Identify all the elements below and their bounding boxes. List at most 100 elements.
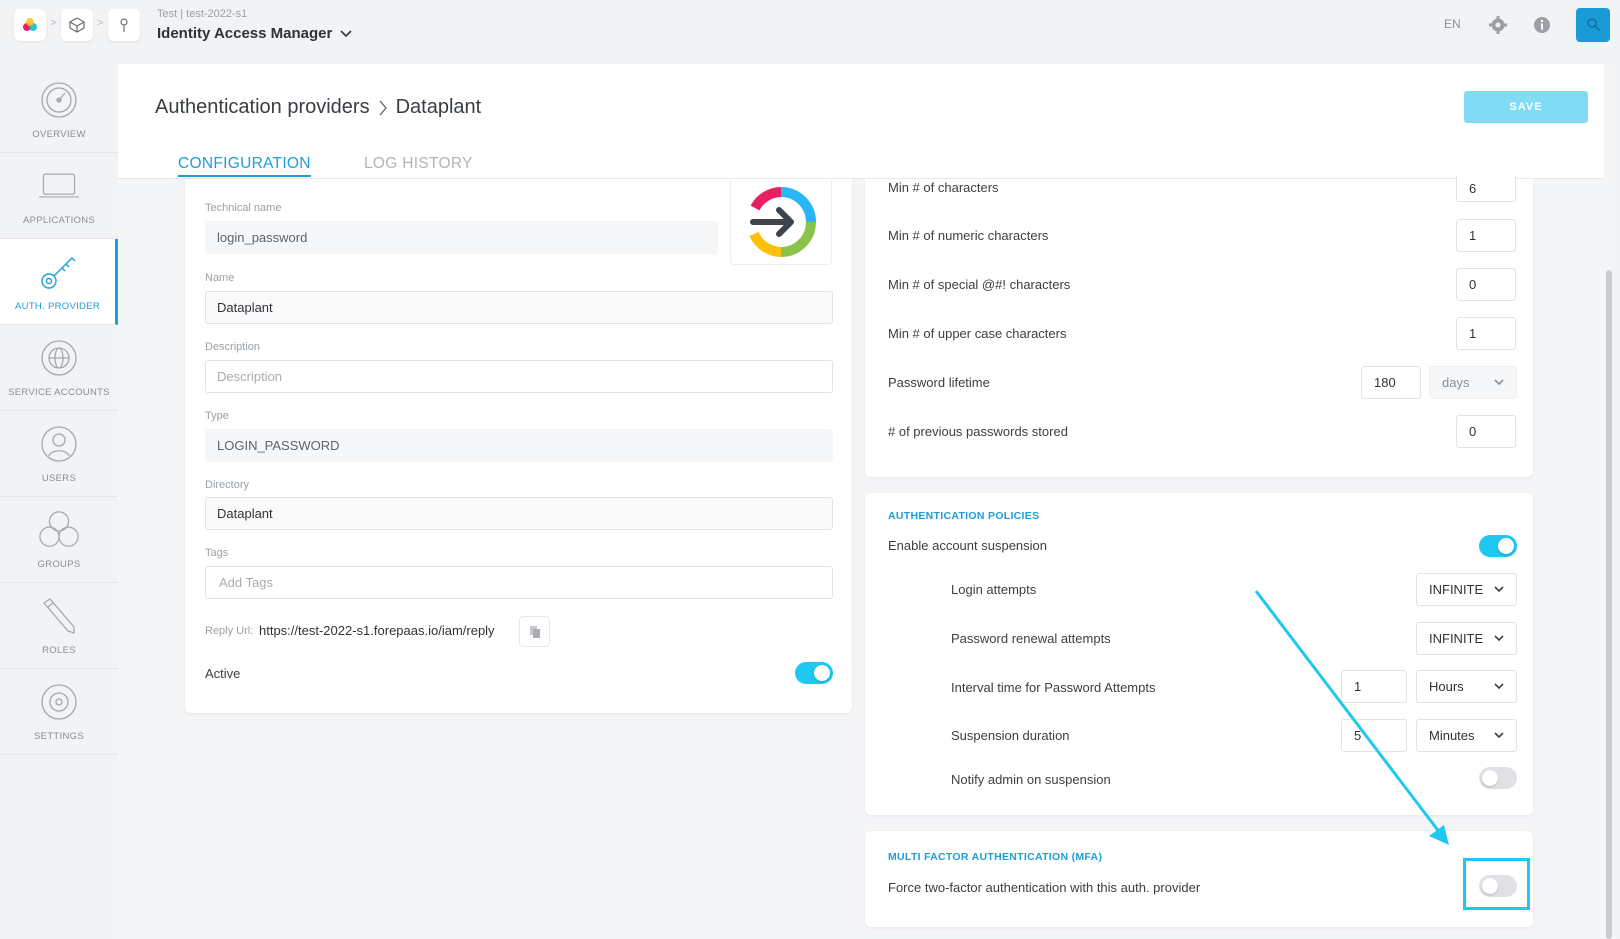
technical-name-field: login_password [205,221,718,254]
header-panel [118,64,1604,179]
group-icon [38,509,80,551]
pencil-icon [38,595,80,637]
pin-icon[interactable] [108,9,140,41]
sidebar-item-auth-provider[interactable]: AUTH. PROVIDER [0,239,118,325]
chevron-down-icon [1494,379,1504,386]
chevron-down-icon [1494,635,1504,642]
select-value: Minutes [1429,728,1475,743]
app-subtitle: Test | test-2022-s1 [157,8,248,20]
cube-icon[interactable] [61,9,93,41]
sidebar-item-roles[interactable]: ROLES [0,583,118,669]
language-selector[interactable]: EN [1444,17,1461,31]
chevron-down-icon [340,29,352,37]
select-value: INFINITE [1429,582,1484,597]
description-field[interactable]: Description [205,360,833,393]
directory-label: Directory [205,479,250,491]
active-label: Active [205,666,241,681]
top-bar: > > Test | test-2022-s1 Identity Access … [0,0,1620,52]
provider-logo-icon[interactable] [730,180,832,265]
mfa-card [865,831,1533,927]
toggle-knob [1482,770,1498,786]
min-characters-input[interactable]: 6 [1456,176,1516,202]
annotation-highlight-box [1463,858,1530,910]
user-icon [38,423,80,465]
password-lifetime-label: Password lifetime [888,375,990,390]
toggle-knob [1498,538,1514,554]
renewal-attempts-select[interactable]: INFINITE [1416,622,1517,655]
notify-admin-toggle[interactable] [1479,767,1517,789]
sidebar-item-label: AUTH. PROVIDER [15,301,100,312]
chevron-down-icon [1494,683,1504,690]
description-label: Description [205,341,261,353]
min-uppercase-label: Min # of upper case characters [888,326,1067,341]
app-switcher[interactable]: Identity Access Manager [157,25,352,42]
app-title: Identity Access Manager [157,25,333,42]
gauge-icon [38,79,80,121]
sidebar-item-label: SETTINGS [34,731,84,742]
suspension-unit-select[interactable]: Minutes [1416,719,1517,752]
breadcrumb-current: Dataplant [395,96,482,118]
type-label: Type [205,410,229,422]
login-attempts-label: Login attempts [951,582,1037,597]
active-toggle[interactable] [795,662,833,684]
sidebar-item-settings[interactable]: SETTINGS [0,669,118,755]
sidebar: OVERVIEW APPLICATIONS AUTH. PROVIDER SER… [0,67,118,757]
interval-unit-select[interactable]: Hours [1416,670,1517,703]
mfa-title: MULTI FACTOR AUTHENTICATION (MFA) [888,851,1103,863]
reply-url-value: https://test-2022-s1.forepaas.io/iam/rep… [259,623,495,638]
enable-suspension-toggle[interactable] [1479,535,1517,557]
info-icon[interactable] [1530,13,1554,37]
password-lifetime-unit-select[interactable]: days [1429,366,1517,399]
user-avatar-icon[interactable] [1576,8,1610,42]
sidebar-item-label: APPLICATIONS [22,215,96,226]
sidebar-item-users[interactable]: USERS [0,411,118,497]
forepaas-logo-icon[interactable] [14,9,46,41]
sidebar-item-applications[interactable]: APPLICATIONS [0,153,118,239]
select-value: INFINITE [1429,631,1484,646]
chevron-right-icon: > [97,17,104,29]
password-lifetime-input[interactable]: 180 [1361,366,1421,399]
chevron-right-icon [379,100,387,115]
interval-time-input[interactable]: 1 [1341,670,1407,703]
key-icon [37,251,79,293]
scrollbar-thumb[interactable] [1606,270,1612,939]
min-special-input[interactable]: 0 [1456,268,1516,301]
copy-icon[interactable] [519,616,550,647]
sidebar-item-label: USERS [41,473,77,484]
login-attempts-select[interactable]: INFINITE [1416,573,1517,606]
name-label: Name [205,272,235,284]
tab-log-history[interactable]: LOG HISTORY [364,155,473,173]
min-uppercase-input[interactable]: 1 [1456,317,1516,350]
interval-time-label: Interval time for Password Attempts [951,680,1156,695]
renewal-attempts-label: Password renewal attempts [951,631,1111,646]
breadcrumb-parent[interactable]: Authentication providers [155,96,370,119]
technical-name-label: Technical name [205,202,282,214]
enable-suspension-label: Enable account suspension [888,538,1048,553]
name-field[interactable]: Dataplant [205,291,833,324]
chevron-down-icon [1494,732,1504,739]
min-special-label: Min # of special @#! characters [888,277,1071,292]
tags-input[interactable]: Add Tags [205,566,833,599]
reply-url-label: Reply Url: [205,625,254,637]
save-button[interactable]: SAVE [1464,91,1588,123]
laptop-icon [38,165,80,207]
sidebar-item-label: SERVICE ACCOUNTS [8,387,110,398]
sidebar-item-label: OVERVIEW [32,129,86,140]
sidebar-item-groups[interactable]: GROUPS [0,497,118,583]
force-2fa-label: Force two-factor authentication with thi… [888,880,1201,895]
authentication-policies-title: AUTHENTICATION POLICIES [888,510,1040,522]
gear-icon[interactable] [1486,13,1510,37]
min-numeric-input[interactable]: 1 [1456,219,1516,252]
suspension-duration-input[interactable]: 5 [1341,719,1407,752]
previous-passwords-input[interactable]: 0 [1456,415,1516,448]
sidebar-item-label: ROLES [42,645,76,656]
sidebar-item-service-accounts[interactable]: SERVICE ACCOUNTS [0,325,118,411]
chevron-right-icon: > [50,17,57,29]
directory-field[interactable]: Dataplant [205,497,833,530]
globe-icon [38,337,80,379]
tab-configuration[interactable]: CONFIGURATION [178,155,311,177]
select-value: days [1442,375,1470,390]
sidebar-item-label: GROUPS [37,559,81,570]
sidebar-item-overview[interactable]: OVERVIEW [0,67,118,153]
tags-label: Tags [205,547,229,559]
